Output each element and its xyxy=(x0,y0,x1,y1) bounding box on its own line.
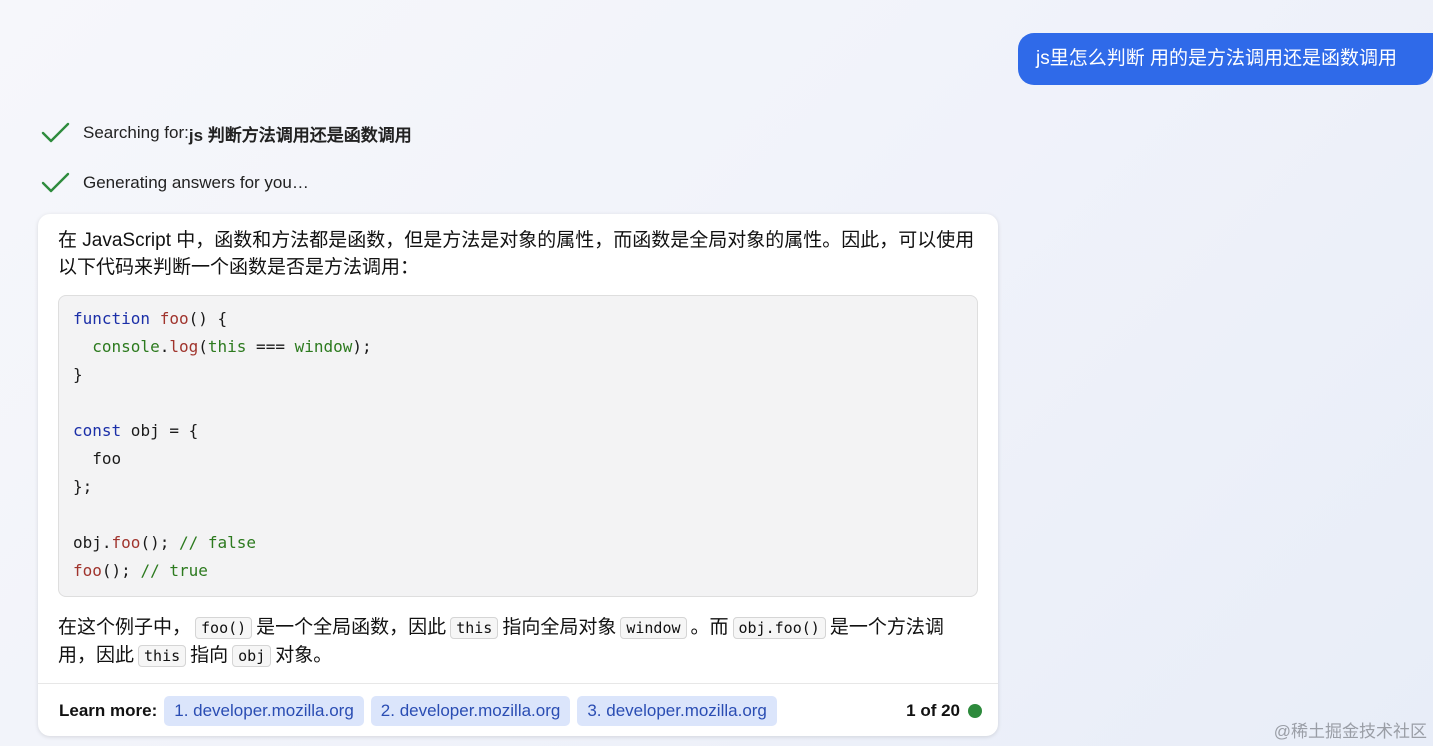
learn-more-label: Learn more: xyxy=(59,701,158,720)
code-identifier: this xyxy=(207,337,247,356)
explain-text: 在这个例子中， xyxy=(58,617,192,638)
code-text: }; xyxy=(73,477,93,496)
response-counter: 1 of 20 xyxy=(906,701,982,721)
explain-text: 。而 xyxy=(690,617,729,638)
source-link-2[interactable]: 2. developer.mozilla.org xyxy=(370,696,571,726)
code-identifier: window xyxy=(294,337,353,356)
card-divider xyxy=(38,683,998,684)
code-text: . xyxy=(159,337,170,356)
inline-code: this xyxy=(138,645,187,667)
searching-label: Searching for: xyxy=(83,123,189,142)
code-text: () { xyxy=(188,309,228,328)
searching-status: Searching for: js 判断方法调用还是函数调用 xyxy=(40,118,412,148)
code-text: (); xyxy=(140,533,179,552)
checkmark-icon xyxy=(41,172,70,193)
code-comment: // true xyxy=(140,561,208,580)
code-text: obj = { xyxy=(121,421,199,440)
search-query: js 判断方法调用还是函数调用 xyxy=(188,125,412,145)
code-comment: // false xyxy=(178,533,257,552)
generating-status: Generating answers for you… xyxy=(40,168,309,198)
inline-code: this xyxy=(450,617,499,639)
source-link-1[interactable]: 1. developer.mozilla.org xyxy=(164,696,364,726)
code-text: } xyxy=(73,365,83,384)
explain-text: 对象。 xyxy=(275,645,333,666)
code-function-name: foo xyxy=(159,309,189,328)
code-keyword: function xyxy=(73,309,151,328)
answer-card: 在 JavaScript 中，函数和方法都是函数，但是方法是对象的属性，而函数是… xyxy=(38,214,998,736)
explain-text: 指向全局对象 xyxy=(502,617,617,638)
explain-text: 指向 xyxy=(190,645,229,666)
answer-intro: 在 JavaScript 中，函数和方法都是函数，但是方法是对象的属性，而函数是… xyxy=(58,230,975,278)
code-text: obj. xyxy=(73,533,112,552)
inline-code: foo() xyxy=(195,617,253,639)
user-message-bubble: js里怎么判断 用的是方法调用还是函数调用 xyxy=(1018,33,1433,85)
generating-label: Generating answers for you… xyxy=(83,173,309,192)
source-link-3[interactable]: 3. developer.mozilla.org xyxy=(577,696,777,726)
inline-code: obj xyxy=(232,645,272,667)
code-function-name: foo xyxy=(111,533,141,552)
code-text: ); xyxy=(352,337,372,356)
code-text: ( xyxy=(198,337,208,356)
code-text: === xyxy=(246,337,295,356)
learn-more-footer: Learn more: 1. developer.mozilla.org 2. … xyxy=(59,695,982,727)
code-text: foo xyxy=(92,449,122,468)
code-identifier: console xyxy=(92,337,160,356)
inline-code: obj.foo() xyxy=(732,617,826,639)
code-text: (); xyxy=(101,561,141,580)
counter-text: 1 of 20 xyxy=(906,701,960,720)
checkmark-icon xyxy=(41,122,70,143)
explain-text: 是一个全局函数，因此 xyxy=(256,617,447,638)
code-function-name: log xyxy=(169,337,199,356)
answer-explanation: 在这个例子中， foo() 是一个全局函数，因此 this 指向全局对象 window 。而… xyxy=(58,614,978,670)
inline-code: window xyxy=(620,617,687,639)
code-function-name: foo xyxy=(73,561,102,580)
watermark: @稀土掘金技术社区 xyxy=(1273,722,1427,741)
code-keyword: const xyxy=(73,421,122,440)
status-dot-icon xyxy=(968,704,982,718)
code-block[interactable]: function foo() { console.log(this === wi… xyxy=(58,295,978,597)
